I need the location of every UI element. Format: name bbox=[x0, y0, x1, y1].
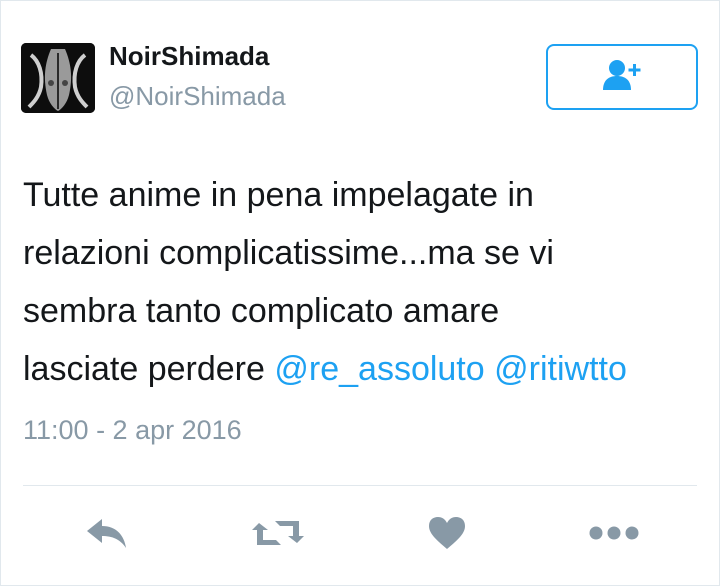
mention-link[interactable]: @re_assoluto bbox=[274, 350, 484, 388]
reply-icon bbox=[84, 515, 130, 556]
tweet-text: Tutte anime in pena impelagate in relazi… bbox=[23, 166, 703, 398]
tweet-timestamp[interactable]: 11:00 - 2 apr 2016 bbox=[23, 415, 242, 446]
tweet-text-line: sembra tanto complicato amare bbox=[23, 292, 500, 330]
tweet-text-line: lasciate perdere @re_assoluto @ritiwtto bbox=[23, 340, 703, 398]
heart-icon bbox=[427, 515, 467, 556]
more-button[interactable] bbox=[587, 511, 641, 559]
divider bbox=[23, 485, 697, 486]
mention-link[interactable]: @ritiwtto bbox=[494, 350, 627, 388]
retweet-icon bbox=[249, 515, 307, 556]
tweet-card: NoirShimada @NoirShimada Tutte anime in … bbox=[0, 0, 720, 586]
add-user-icon bbox=[600, 58, 644, 97]
more-icon bbox=[588, 525, 640, 546]
tweet-text-line-start: lasciate perdere bbox=[23, 350, 275, 388]
follow-button[interactable] bbox=[546, 44, 698, 110]
tweet-text-line: relazioni complicatissime...ma se vi bbox=[23, 234, 554, 272]
reply-button[interactable] bbox=[81, 511, 133, 559]
author-handle[interactable]: @NoirShimada bbox=[109, 81, 286, 112]
avatar[interactable] bbox=[21, 43, 95, 113]
retweet-button[interactable] bbox=[249, 511, 307, 559]
tweet-text-line: Tutte anime in pena impelagate in bbox=[23, 176, 534, 214]
author-name[interactable]: NoirShimada bbox=[109, 41, 269, 72]
like-button[interactable] bbox=[423, 511, 471, 559]
